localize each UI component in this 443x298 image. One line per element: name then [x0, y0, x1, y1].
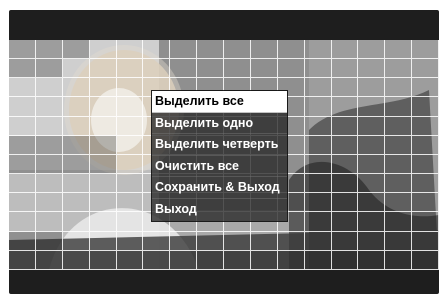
context-menu: Выделить все Выделить одно Выделить четв…: [151, 90, 288, 222]
monitor-frame: Выделить все Выделить одно Выделить четв…: [9, 10, 439, 294]
menu-item-select-one[interactable]: Выделить одно: [152, 113, 287, 135]
camera-preview: Выделить все Выделить одно Выделить четв…: [9, 40, 439, 270]
menu-item-exit[interactable]: Выход: [152, 199, 287, 221]
menu-item-save-exit[interactable]: Сохранить & Выход: [152, 177, 287, 199]
menu-item-select-quarter[interactable]: Выделить четверть: [152, 134, 287, 156]
motion-detection-screen: Выделить все Выделить одно Выделить четв…: [0, 0, 443, 298]
menu-item-clear-all[interactable]: Очистить все: [152, 156, 287, 178]
menu-item-select-all[interactable]: Выделить все: [152, 91, 287, 113]
